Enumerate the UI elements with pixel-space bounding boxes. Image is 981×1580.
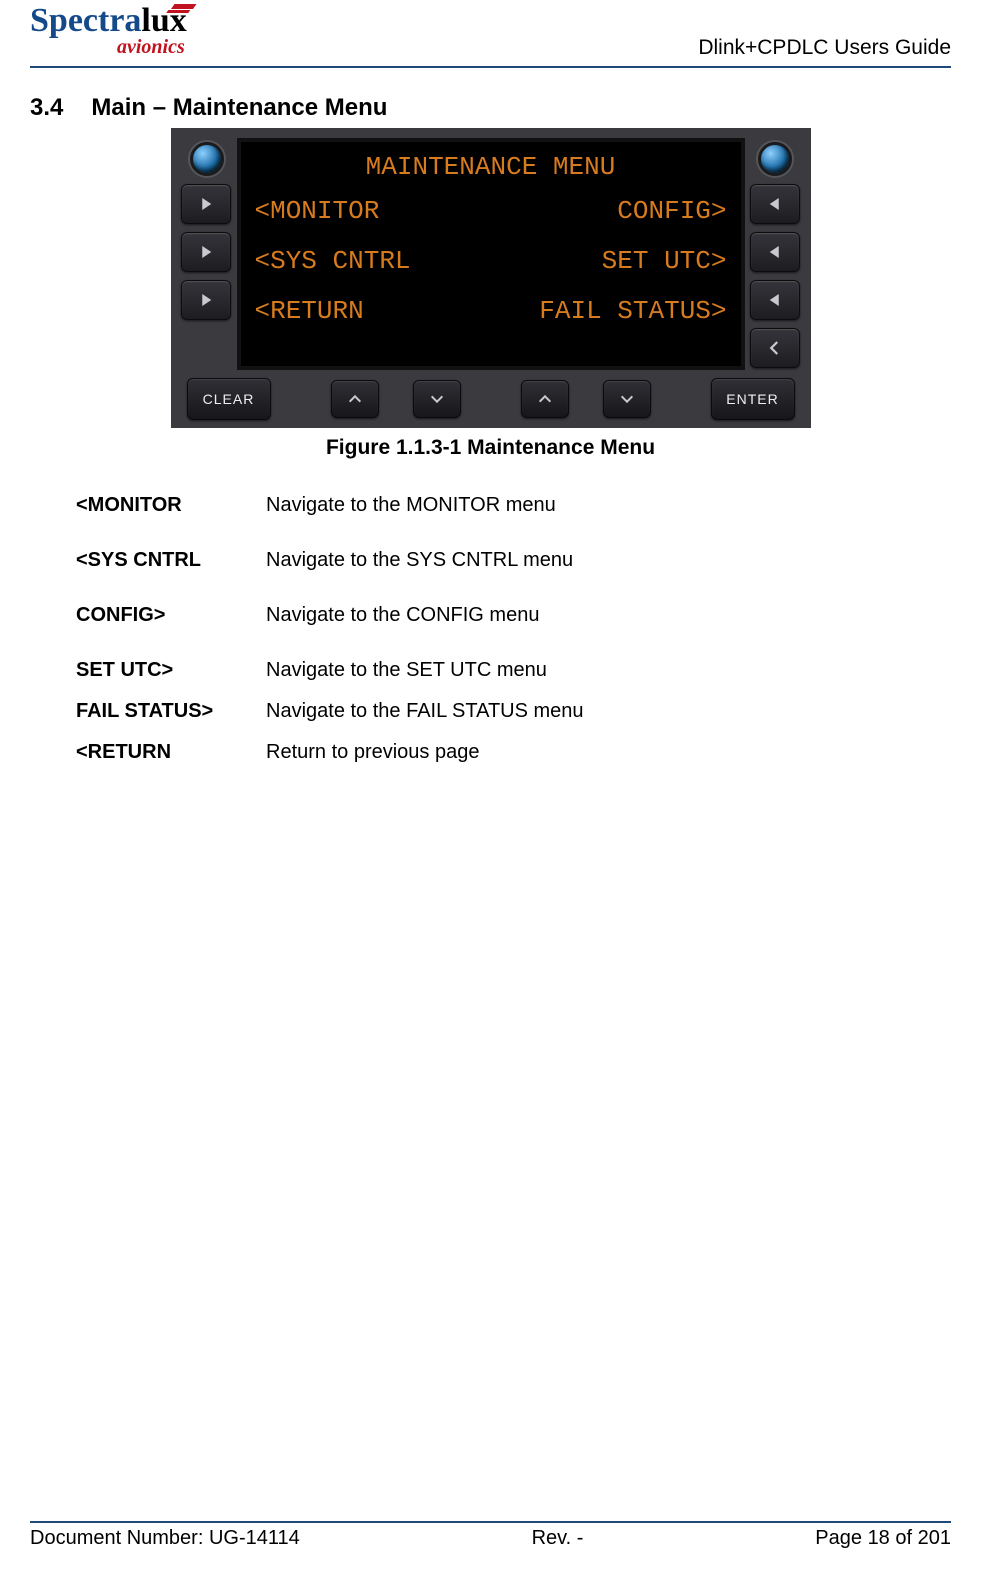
screen-row-3: <RETURN FAIL STATUS> xyxy=(255,298,727,324)
footer-docnum: Document Number: UG-14114 xyxy=(30,1527,300,1550)
cdu-device: MAINTENANCE MENU <MONITOR CONFIG> <SYS C… xyxy=(171,128,811,428)
chevron-left-icon xyxy=(766,339,784,357)
desc-row: <MONITOR Navigate to the MONITOR menu xyxy=(76,494,951,517)
desc-row: CONFIG> Navigate to the CONFIG menu xyxy=(76,604,951,627)
rocker-down-1[interactable] xyxy=(413,380,461,418)
desc-term: SET UTC> xyxy=(76,659,266,682)
desc-row: <SYS CNTRL Navigate to the SYS CNTRL men… xyxy=(76,549,951,572)
desc-row: SET UTC> Navigate to the SET UTC menu xyxy=(76,659,951,682)
play-right-icon xyxy=(197,291,215,309)
rsk-r2[interactable] xyxy=(750,232,800,272)
rocker-group-2 xyxy=(521,380,651,418)
section-heading: 3.4 Main – Maintenance Menu xyxy=(30,94,951,122)
screen-l2: <SYS CNTRL xyxy=(255,248,411,274)
page-footer: Document Number: UG-14114 Rev. - Page 18… xyxy=(30,1521,951,1550)
cdu-screen: MAINTENANCE MENU <MONITOR CONFIG> <SYS C… xyxy=(237,138,745,370)
play-right-icon xyxy=(197,243,215,261)
screen-r3: FAIL STATUS> xyxy=(539,298,726,324)
screen-row-2: <SYS CNTRL SET UTC> xyxy=(255,248,727,274)
screen-r1: CONFIG> xyxy=(617,198,726,224)
clear-label: CLEAR xyxy=(203,391,255,407)
lsk-l1[interactable] xyxy=(181,184,231,224)
play-left-icon xyxy=(766,243,784,261)
figure-caption: Figure 1.1.3-1 Maintenance Menu xyxy=(30,436,951,460)
desc-text: Return to previous page xyxy=(266,741,479,764)
description-list: <MONITOR Navigate to the MONITOR menu <S… xyxy=(76,494,951,764)
lsk-l3[interactable] xyxy=(181,280,231,320)
status-led-right xyxy=(758,142,792,176)
chevron-down-icon xyxy=(429,391,445,407)
section-title: Main – Maintenance Menu xyxy=(91,94,387,122)
screen-l1: <MONITOR xyxy=(255,198,380,224)
footer-page: Page 18 of 201 xyxy=(815,1527,951,1550)
page-header: Spectralux avionics Dlink+CPDLC Users Gu… xyxy=(30,0,951,68)
lsk-l2[interactable] xyxy=(181,232,231,272)
footer-rev: Rev. - xyxy=(532,1527,584,1550)
guide-title: Dlink+CPDLC Users Guide xyxy=(698,36,951,62)
chevron-up-icon xyxy=(347,391,363,407)
rocker-up-2[interactable] xyxy=(521,380,569,418)
enter-label: ENTER xyxy=(726,391,778,407)
rsk-r4[interactable] xyxy=(750,328,800,368)
desc-text: Navigate to the SET UTC menu xyxy=(266,659,547,682)
brand-logo: Spectralux avionics xyxy=(30,6,187,62)
rocker-down-2[interactable] xyxy=(603,380,651,418)
desc-text: Navigate to the MONITOR menu xyxy=(266,494,556,517)
chevron-down-icon xyxy=(619,391,635,407)
desc-term: <SYS CNTRL xyxy=(76,549,266,572)
desc-term: <RETURN xyxy=(76,741,266,764)
desc-term: <MONITOR xyxy=(76,494,266,517)
desc-text: Navigate to the CONFIG menu xyxy=(266,604,539,627)
rsk-r3[interactable] xyxy=(750,280,800,320)
status-led-left xyxy=(190,142,224,176)
desc-row: FAIL STATUS> Navigate to the FAIL STATUS… xyxy=(76,700,951,723)
desc-term: CONFIG> xyxy=(76,604,266,627)
play-right-icon xyxy=(197,195,215,213)
bottom-key-row: CLEAR xyxy=(181,378,801,420)
clear-button[interactable]: CLEAR xyxy=(187,378,271,420)
desc-term: FAIL STATUS> xyxy=(76,700,266,723)
right-key-column xyxy=(749,138,801,370)
rocker-up-1[interactable] xyxy=(331,380,379,418)
desc-text: Navigate to the SYS CNTRL menu xyxy=(266,549,573,572)
rocker-group-1 xyxy=(331,380,461,418)
chevron-up-icon xyxy=(537,391,553,407)
screen-r2: SET UTC> xyxy=(602,248,727,274)
play-left-icon xyxy=(766,291,784,309)
rsk-r1[interactable] xyxy=(750,184,800,224)
play-left-icon xyxy=(766,195,784,213)
desc-text: Navigate to the FAIL STATUS menu xyxy=(266,700,584,723)
left-key-column xyxy=(181,138,233,370)
screen-l3: <RETURN xyxy=(255,298,364,324)
screen-row-1: <MONITOR CONFIG> xyxy=(255,198,727,224)
desc-row: <RETURN Return to previous page xyxy=(76,741,951,764)
screen-title: MAINTENANCE MENU xyxy=(255,154,727,180)
enter-button[interactable]: ENTER xyxy=(711,378,795,420)
section-number: 3.4 xyxy=(30,94,63,122)
